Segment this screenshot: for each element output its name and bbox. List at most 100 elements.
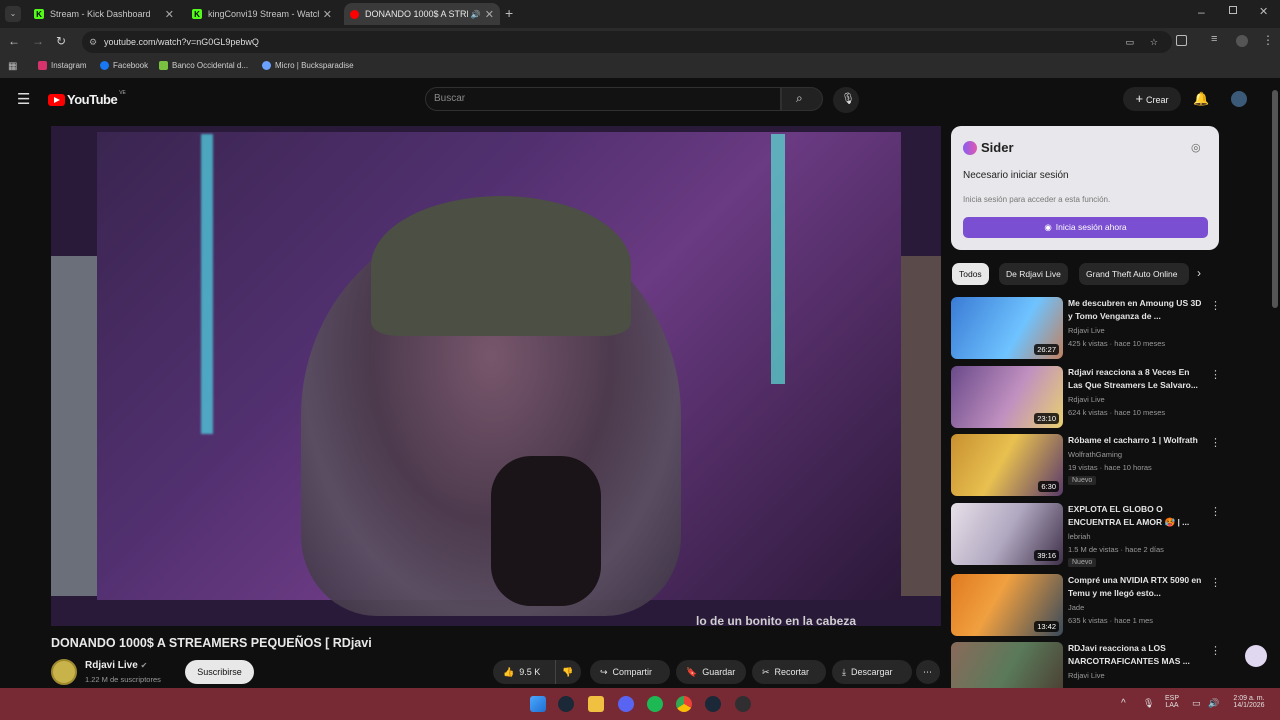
search-button[interactable]: ⌕ <box>781 87 823 111</box>
tab-youtube-video[interactable]: DONANDO 1000$ A STREAM 🔊 ✕ <box>344 3 500 25</box>
obs-icon[interactable] <box>735 696 751 712</box>
share-button[interactable]: ↪ Compartir <box>590 660 670 684</box>
tab-kick-dashboard[interactable]: K Stream - Kick Dashboard ✕ <box>28 3 180 25</box>
tab-kingconvi-stream[interactable]: K kingConvi19 Stream - Watch Liv ✕ <box>186 3 338 25</box>
more-icon[interactable]: ⋮ <box>1210 368 1221 381</box>
network-icon[interactable]: ▭ <box>1192 698 1201 709</box>
video-thumbnail: 39:16 <box>951 503 1063 565</box>
notifications-icon[interactable]: 🔔 <box>1193 91 1209 107</box>
lang-layout: LAA <box>1165 702 1179 709</box>
close-icon[interactable]: ✕ <box>485 8 494 21</box>
duration-badge: 6:30 <box>1038 481 1059 492</box>
sider-settings-icon[interactable]: ◎ <box>1191 141 1201 154</box>
tray-chevron-icon[interactable]: ^ <box>1121 698 1126 709</box>
apps-icon[interactable]: ▦ <box>8 61 17 72</box>
save-button[interactable]: 🔖 Guardar <box>676 660 746 684</box>
forward-icon[interactable]: → <box>32 34 44 48</box>
channel-avatar[interactable] <box>51 659 77 685</box>
list-item[interactable]: 6:30 Róbame el cacharro 1 | Wolfrath Wol… <box>951 434 1221 498</box>
close-icon[interactable]: ✕ <box>165 8 174 21</box>
sider-login-button[interactable]: ◉ Inicia sesión ahora <box>963 217 1208 238</box>
bookmark-label: Facebook <box>113 61 149 70</box>
clock[interactable]: 2:09 a. m. 14/1/2026 <box>1224 695 1274 709</box>
download-button[interactable]: ⤓ Descargar <box>832 660 912 684</box>
reload-icon[interactable]: ↻ <box>56 34 66 48</box>
more-icon[interactable]: ⋮ <box>1210 299 1221 312</box>
clip-button[interactable]: ✂ Recortar <box>752 660 826 684</box>
address-bar-row: ← → ↻ ⚙ youtube.com/watch?v=nG0GL9pebwQ … <box>0 28 1280 56</box>
chrome-icon[interactable] <box>676 696 692 712</box>
duration-badge: 13:42 <box>1034 621 1059 632</box>
more-icon[interactable]: ⋮ <box>1210 436 1221 449</box>
rec-meta: 624 k vistas · hace 10 meses <box>1068 408 1166 417</box>
menu-icon[interactable]: ⋮ <box>1262 33 1274 47</box>
volume-icon[interactable]: 🔊 <box>1208 698 1219 709</box>
create-button[interactable]: + Crear <box>1123 87 1181 111</box>
file-explorer-icon[interactable] <box>588 696 604 712</box>
avatar[interactable] <box>1231 91 1247 107</box>
chip-todos[interactable]: Todos <box>952 263 989 285</box>
dislike-button[interactable]: 👎 <box>555 660 581 684</box>
chip-gta-online[interactable]: Grand Theft Auto Online <box>1079 263 1189 285</box>
channel-name[interactable]: Rdjavi Live ✔ <box>85 660 147 671</box>
discord-icon[interactable] <box>618 696 634 712</box>
list-item[interactable]: 13:42 Compré una NVIDIA RTX 5090 en Temu… <box>951 574 1221 638</box>
youtube-logo[interactable]: YouTube VE <box>48 90 126 107</box>
bookmark-banco[interactable]: Banco Occidental d... <box>159 61 248 70</box>
language-indicator[interactable]: ESP LAA <box>1160 695 1184 709</box>
bookmark-instagram[interactable]: Instagram <box>38 61 87 70</box>
more-actions-button[interactable]: ⋯ <box>916 660 940 684</box>
extensions-icon[interactable] <box>1176 35 1187 46</box>
list-item[interactable]: 23:10 Rdjavi reacciona a 8 Veces En Las … <box>951 366 1221 430</box>
subscribe-button[interactable]: Suscribirse <box>185 660 254 684</box>
thumbs-down-icon: 👎 <box>562 666 574 677</box>
bookmark-micro[interactable]: Micro | Bucksparadise <box>262 61 354 70</box>
bookmark-star-icon[interactable]: ☆ <box>1150 31 1158 53</box>
back-icon[interactable]: ← <box>8 34 20 48</box>
download-icon: ⤓ <box>842 666 846 677</box>
chevron-right-icon[interactable]: › <box>1197 266 1201 280</box>
sider-float-icon[interactable] <box>1245 645 1267 667</box>
voice-search-button[interactable]: 🎙 <box>833 87 859 113</box>
rec-channel: Rdjavi Live <box>1068 395 1105 404</box>
rec-meta: 19 vistas · hace 10 horas <box>1068 463 1152 472</box>
video-thumbnail <box>951 642 1063 688</box>
rec-channel: Rdjavi Live <box>1068 326 1105 335</box>
sider-heading: Necesario iniciar sesión <box>963 170 1069 181</box>
close-window-button[interactable]: ✕ <box>1259 5 1268 18</box>
banco-icon <box>159 61 168 70</box>
more-icon[interactable]: ⋮ <box>1210 644 1221 657</box>
url-field[interactable]: ⚙ youtube.com/watch?v=nG0GL9pebwQ ▭ ☆ <box>82 31 1172 53</box>
list-item[interactable]: RDJavi reacciona a LOS NARCOTRAFICANTES … <box>951 642 1221 688</box>
windows-start-icon[interactable] <box>530 696 546 712</box>
list-item[interactable]: 39:16 EXPLOTA EL GLOBO O ENCUENTRA EL AM… <box>951 503 1221 567</box>
profile-icon[interactable] <box>1236 35 1248 47</box>
chip-de-rdjavi-live[interactable]: De Rdjavi Live <box>999 263 1068 285</box>
new-tab-button[interactable]: + <box>505 5 513 21</box>
list-item[interactable]: 26:27 Me descubren en Amoung US 3D y Tom… <box>951 297 1221 361</box>
hamburger-icon[interactable]: ☰ <box>17 90 30 108</box>
more-icon[interactable]: ⋮ <box>1210 576 1221 589</box>
site-info-icon[interactable]: ⚙ <box>89 31 97 53</box>
steam-icon[interactable] <box>558 696 574 712</box>
steam-active-icon[interactable] <box>705 696 721 712</box>
more-icon[interactable]: ⋮ <box>1210 505 1221 518</box>
bookmark-facebook[interactable]: Facebook <box>100 61 148 70</box>
bookmarks-bar: ▦ Instagram Facebook Banco Occidental d.… <box>0 56 1280 78</box>
spotify-icon[interactable] <box>647 696 663 712</box>
close-icon[interactable]: ✕ <box>323 8 332 21</box>
save-label: Guardar <box>702 667 736 677</box>
tray-mic-icon[interactable]: 🎙 <box>1143 698 1154 709</box>
video-player[interactable]: lo de un bonito en la cabeza <box>51 126 941 626</box>
tab-list-button[interactable]: ⌄ <box>5 6 21 22</box>
scrollbar[interactable] <box>1272 90 1278 308</box>
speaker-icon[interactable]: 🔊 <box>471 10 481 19</box>
like-button[interactable]: 👍 9.5 K <box>493 660 555 684</box>
maximize-button[interactable] <box>1229 6 1237 14</box>
tab-search-icon[interactable]: ≡ <box>1211 33 1217 45</box>
cast-icon[interactable]: ▭ <box>1125 31 1134 53</box>
minimize-button[interactable]: – <box>1198 5 1205 19</box>
bookmark-icon: 🔖 <box>686 666 698 677</box>
video-title: DONANDO 1000$ A STREAMERS PEQUEÑOS [ RDj… <box>51 636 372 650</box>
search-input[interactable]: Buscar <box>425 87 781 111</box>
